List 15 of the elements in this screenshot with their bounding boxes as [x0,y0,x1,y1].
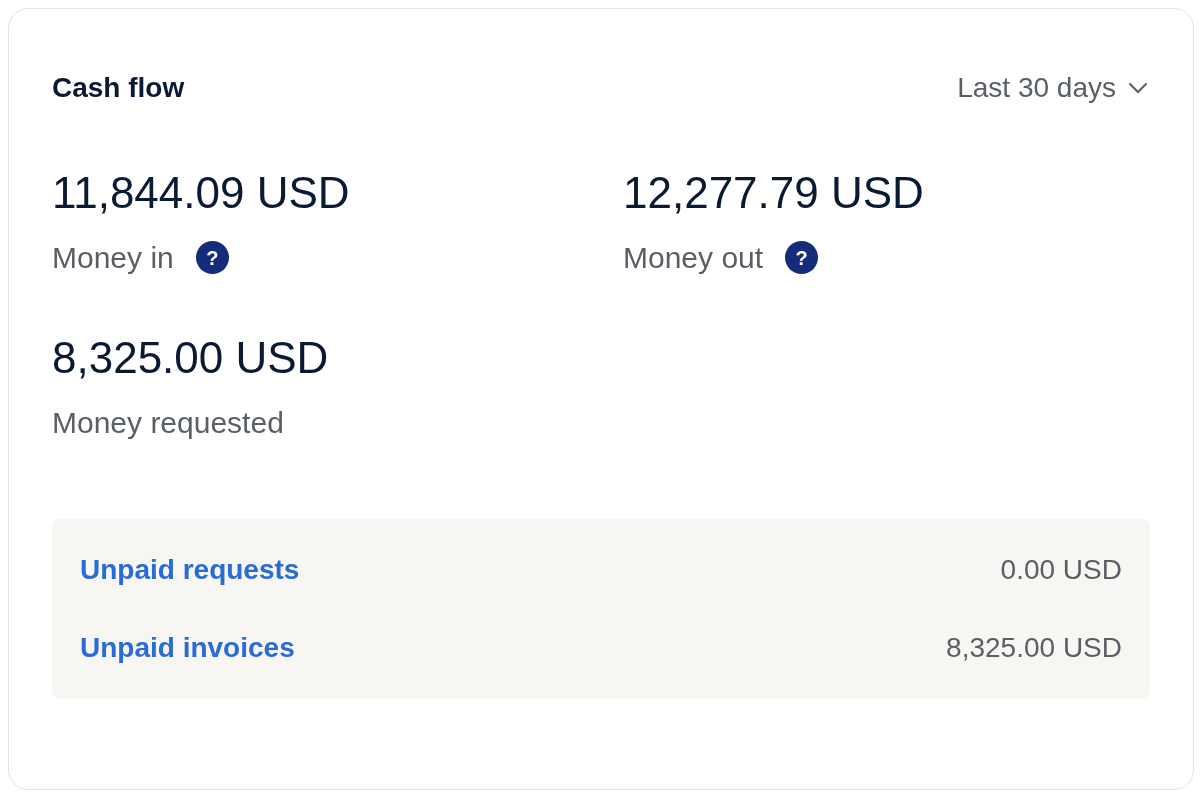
unpaid-link[interactable]: Unpaid requests [80,549,300,591]
chevron-down-icon [1128,82,1148,94]
metric-amount: 11,844.09 USD [52,167,351,219]
metric-label: Money requested [52,405,284,441]
unpaid-amount: 0.00 USD [1000,553,1122,587]
metric-label: Money in [52,240,174,276]
unpaid-amount: 8,325.00 USD [946,631,1122,665]
card-title: Cash flow [52,71,185,105]
metric-amount: 12,277.79 USD [623,167,925,219]
unpaid-link[interactable]: Unpaid invoices [80,627,295,669]
metric-amount: 8,325.00 USD [52,332,330,384]
help-icon[interactable]: ? [785,241,819,274]
help-icon[interactable]: ? [195,241,229,274]
metric-label: Money out [623,240,764,276]
period-dropdown[interactable]: Last 30 days [957,67,1148,109]
